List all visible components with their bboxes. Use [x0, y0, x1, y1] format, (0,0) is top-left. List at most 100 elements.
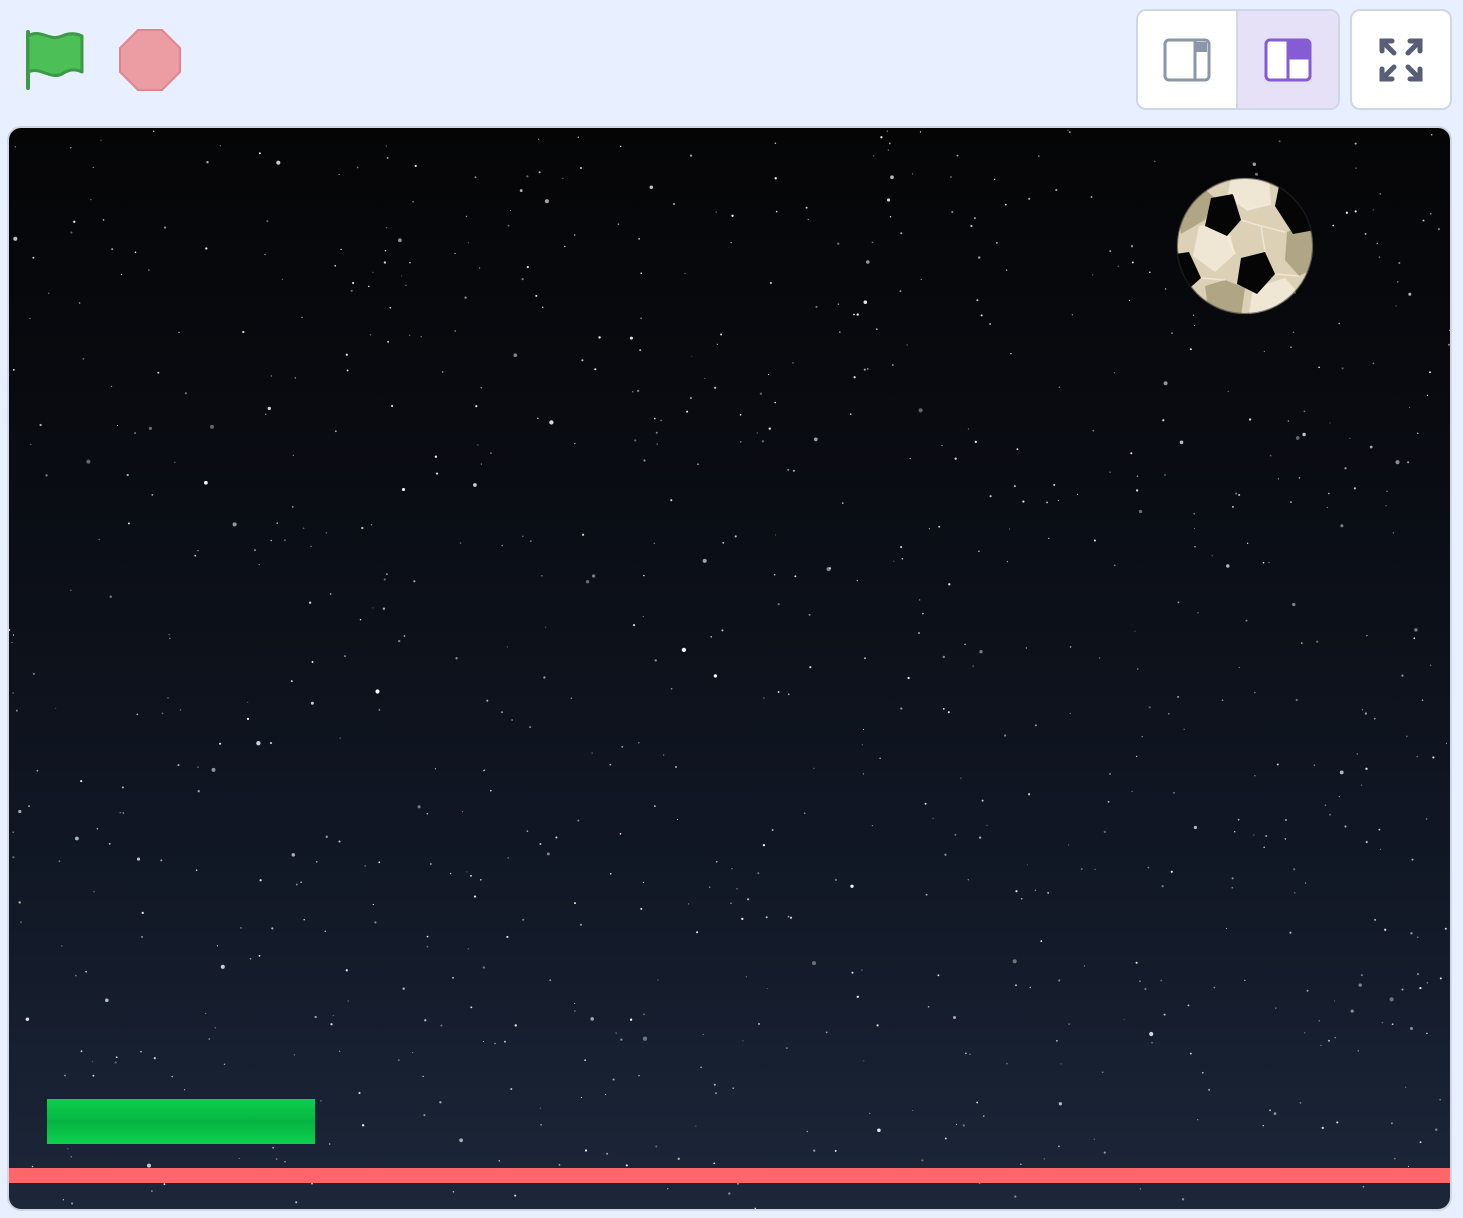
green-flag-button[interactable] — [22, 28, 86, 92]
star — [20, 921, 22, 923]
star — [364, 865, 366, 867]
star — [901, 558, 904, 560]
star — [1040, 940, 1043, 942]
star — [386, 156, 389, 159]
star — [1338, 796, 1340, 798]
star — [879, 757, 881, 759]
star — [967, 879, 969, 881]
star — [900, 546, 903, 549]
star — [861, 969, 863, 971]
star — [642, 1036, 648, 1041]
star — [1254, 775, 1256, 777]
star — [869, 1112, 871, 1115]
star — [384, 249, 387, 252]
star — [768, 374, 770, 376]
star — [401, 487, 406, 492]
star — [140, 935, 144, 938]
star — [1226, 564, 1230, 568]
star — [385, 227, 387, 229]
star — [1141, 735, 1143, 738]
stage-canvas[interactable] — [7, 126, 1452, 1211]
floor-line-sprite[interactable] — [9, 1168, 1450, 1183]
star — [412, 200, 414, 203]
star — [978, 836, 982, 839]
star — [147, 1163, 151, 1168]
star — [1263, 350, 1265, 352]
star — [45, 474, 48, 477]
star — [420, 336, 422, 338]
star — [1135, 961, 1138, 964]
star — [1037, 155, 1040, 157]
star — [670, 687, 673, 690]
large-stage-button[interactable] — [1238, 11, 1338, 108]
star — [667, 1188, 669, 1190]
star — [216, 945, 219, 947]
star — [944, 853, 947, 856]
star — [1148, 706, 1151, 709]
star — [700, 1066, 702, 1069]
star — [545, 626, 547, 628]
star — [1179, 440, 1184, 445]
star — [956, 154, 959, 157]
star — [1013, 485, 1016, 488]
star — [1025, 647, 1028, 649]
star — [338, 173, 340, 175]
star — [642, 616, 644, 618]
star — [473, 895, 477, 898]
star — [529, 540, 532, 542]
star — [1398, 262, 1401, 264]
star — [1092, 429, 1095, 432]
star — [577, 136, 579, 138]
star — [80, 780, 83, 783]
star — [728, 1192, 731, 1195]
soccer-ball-sprite[interactable] — [1175, 176, 1315, 316]
star — [1136, 668, 1139, 670]
star — [459, 1138, 463, 1143]
paddle-sprite[interactable] — [47, 1099, 315, 1144]
star — [519, 189, 523, 193]
star — [372, 271, 374, 273]
star — [773, 573, 776, 576]
star — [122, 812, 125, 814]
star — [863, 368, 866, 371]
star — [697, 463, 699, 465]
star — [1225, 927, 1228, 930]
star — [875, 328, 878, 330]
star — [655, 1145, 658, 1148]
fullscreen-button[interactable] — [1350, 9, 1452, 110]
star — [219, 742, 222, 745]
star — [1306, 989, 1309, 992]
star — [161, 712, 164, 715]
star — [295, 883, 298, 886]
star — [267, 406, 272, 411]
star — [713, 1083, 716, 1086]
stop-button[interactable] — [118, 28, 182, 92]
star — [834, 1149, 837, 1152]
star — [1136, 475, 1139, 477]
star — [1365, 840, 1368, 844]
star — [25, 1017, 30, 1021]
star — [1028, 197, 1031, 200]
star — [86, 459, 91, 464]
star — [1183, 728, 1185, 730]
star — [292, 454, 294, 456]
star — [1290, 346, 1292, 348]
star — [654, 805, 656, 807]
star — [942, 655, 945, 659]
star — [334, 430, 337, 433]
star — [1109, 471, 1111, 473]
star — [368, 285, 370, 288]
star — [473, 483, 477, 487]
small-stage-button[interactable] — [1138, 11, 1238, 108]
star — [1413, 637, 1416, 640]
star — [900, 232, 903, 235]
star — [1211, 555, 1213, 557]
star — [291, 853, 296, 857]
star — [986, 824, 988, 826]
star — [339, 737, 341, 739]
star — [1068, 844, 1070, 846]
star — [232, 522, 237, 527]
star — [677, 1157, 680, 1160]
star — [862, 728, 865, 731]
star — [996, 242, 998, 244]
